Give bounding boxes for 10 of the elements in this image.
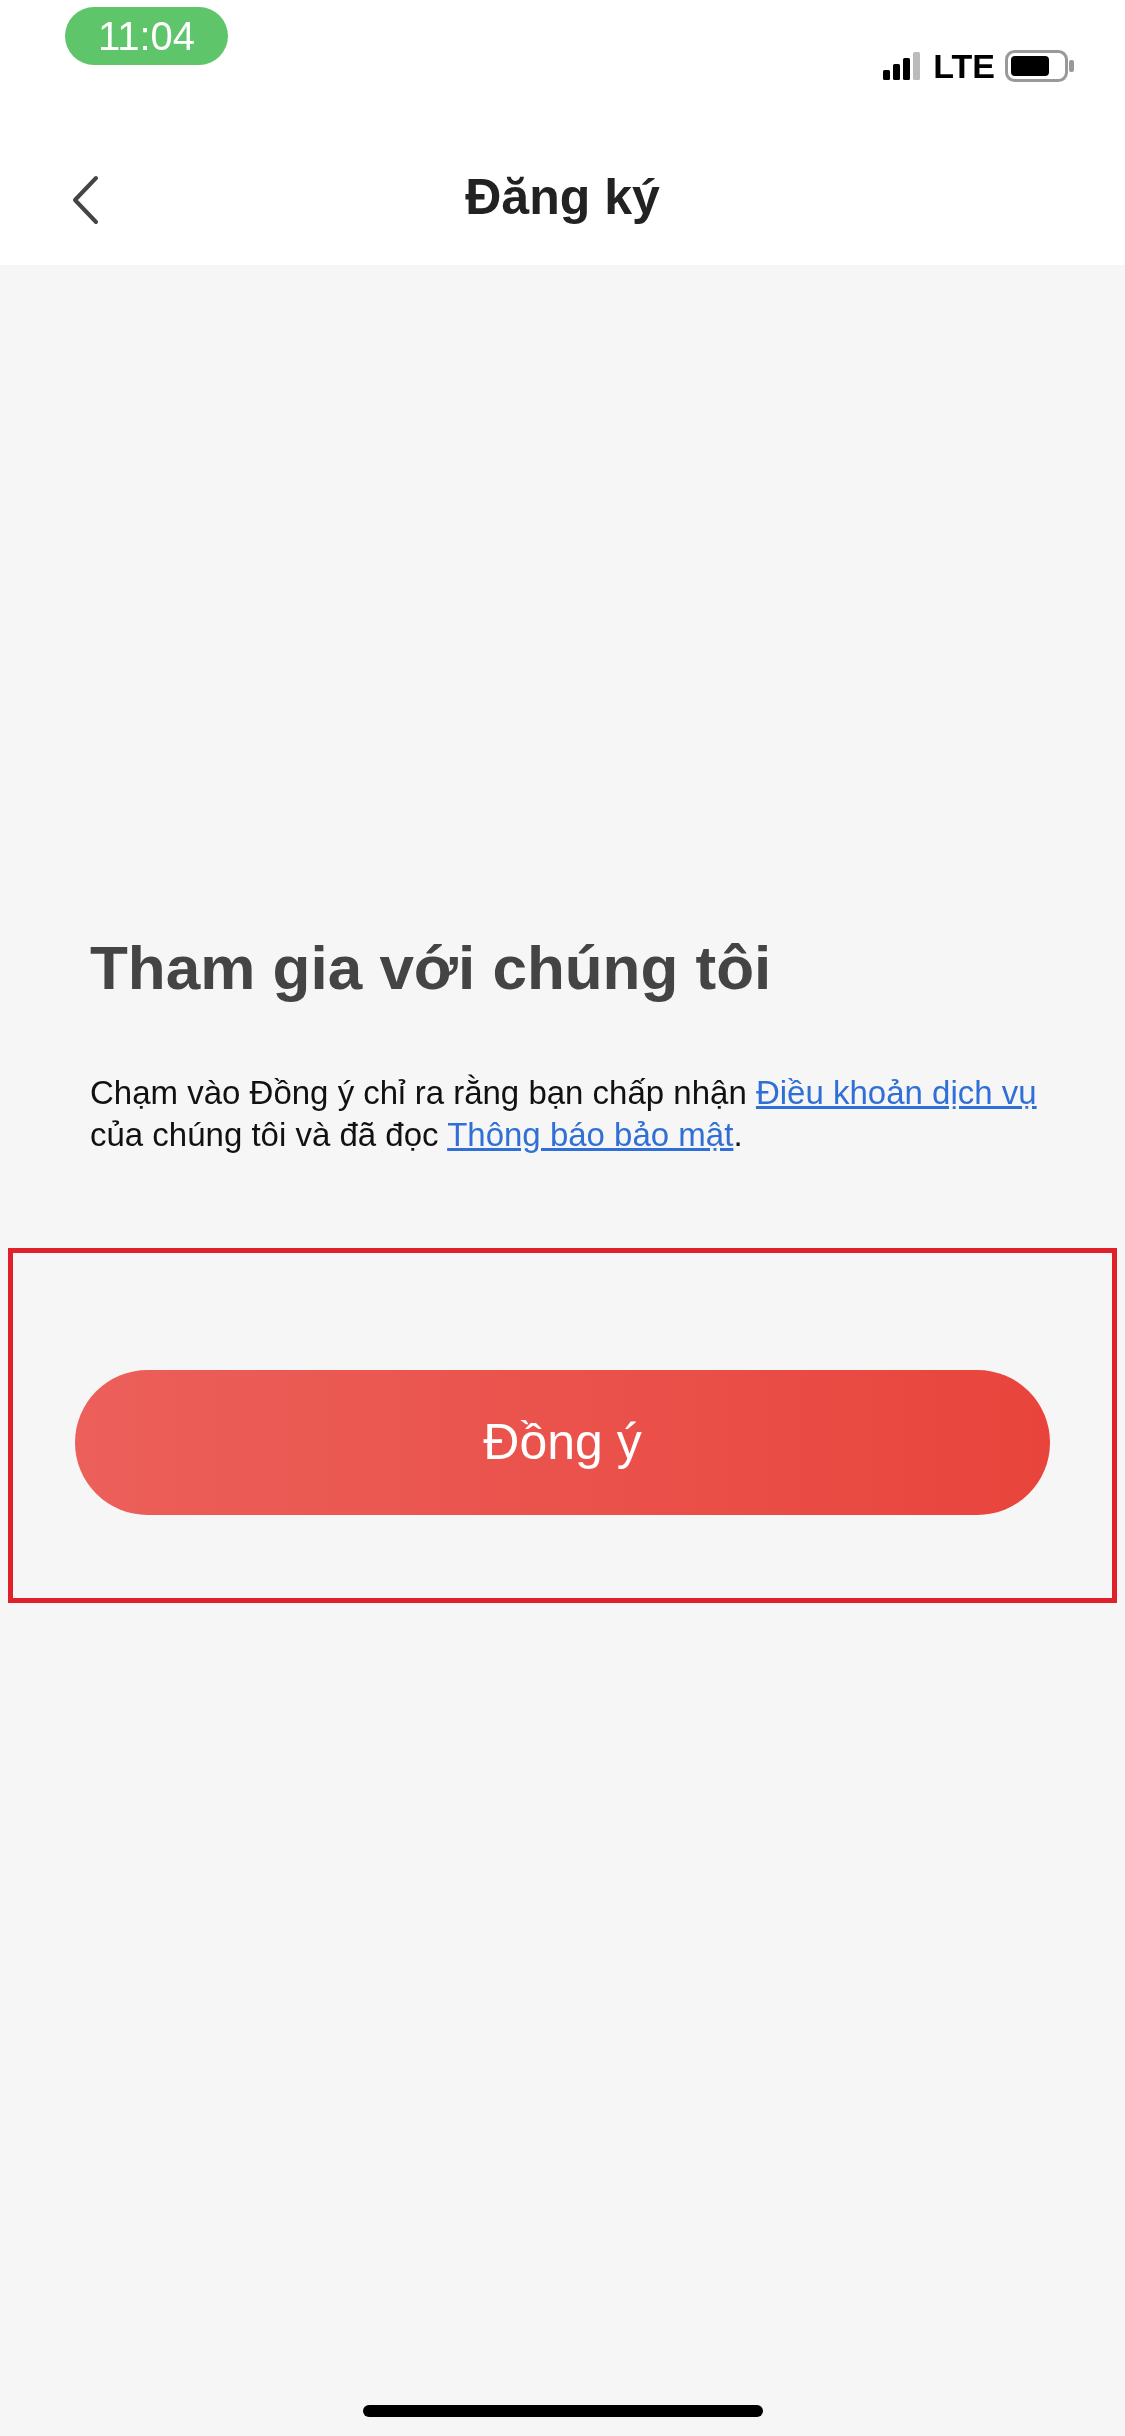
agree-button[interactable]: Đồng ý	[75, 1370, 1050, 1515]
consent-link[interactable]: Thông báo bảo mật	[447, 1116, 734, 1153]
consent-link[interactable]: Điều khoản dịch vụ	[755, 1074, 1037, 1111]
consent-text: Chạm vào Đồng ý chỉ ra rằng bạn chấp nhận Điều khoản dịch vụ của chúng tôi và đã đọc Thông báo bảo mật.	[90, 1073, 1038, 1155]
status-time: 11:04	[65, 7, 228, 65]
battery-icon	[1005, 50, 1075, 82]
page-title: Đăng ký	[465, 168, 660, 227]
heading: Tham gia với chúng tôi	[90, 932, 773, 1004]
back-icon	[71, 175, 99, 225]
network-label: LTE	[933, 45, 995, 87]
